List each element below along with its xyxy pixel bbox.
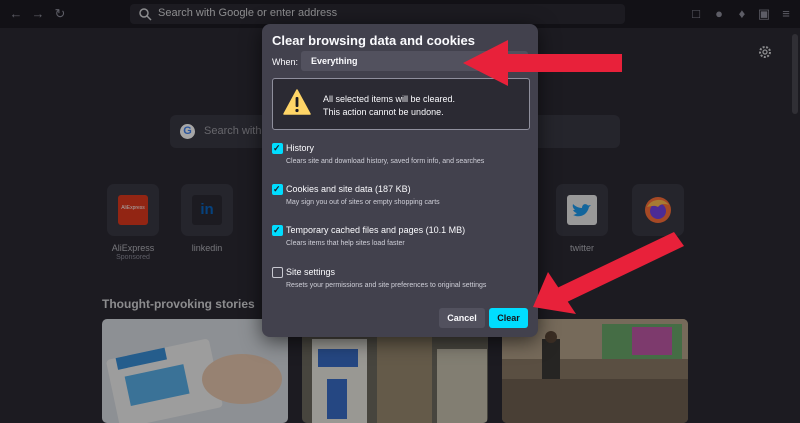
arrow-to-when-select (463, 40, 622, 86)
arrow-to-clear-button (533, 232, 684, 314)
annotation-arrows (463, 40, 684, 314)
